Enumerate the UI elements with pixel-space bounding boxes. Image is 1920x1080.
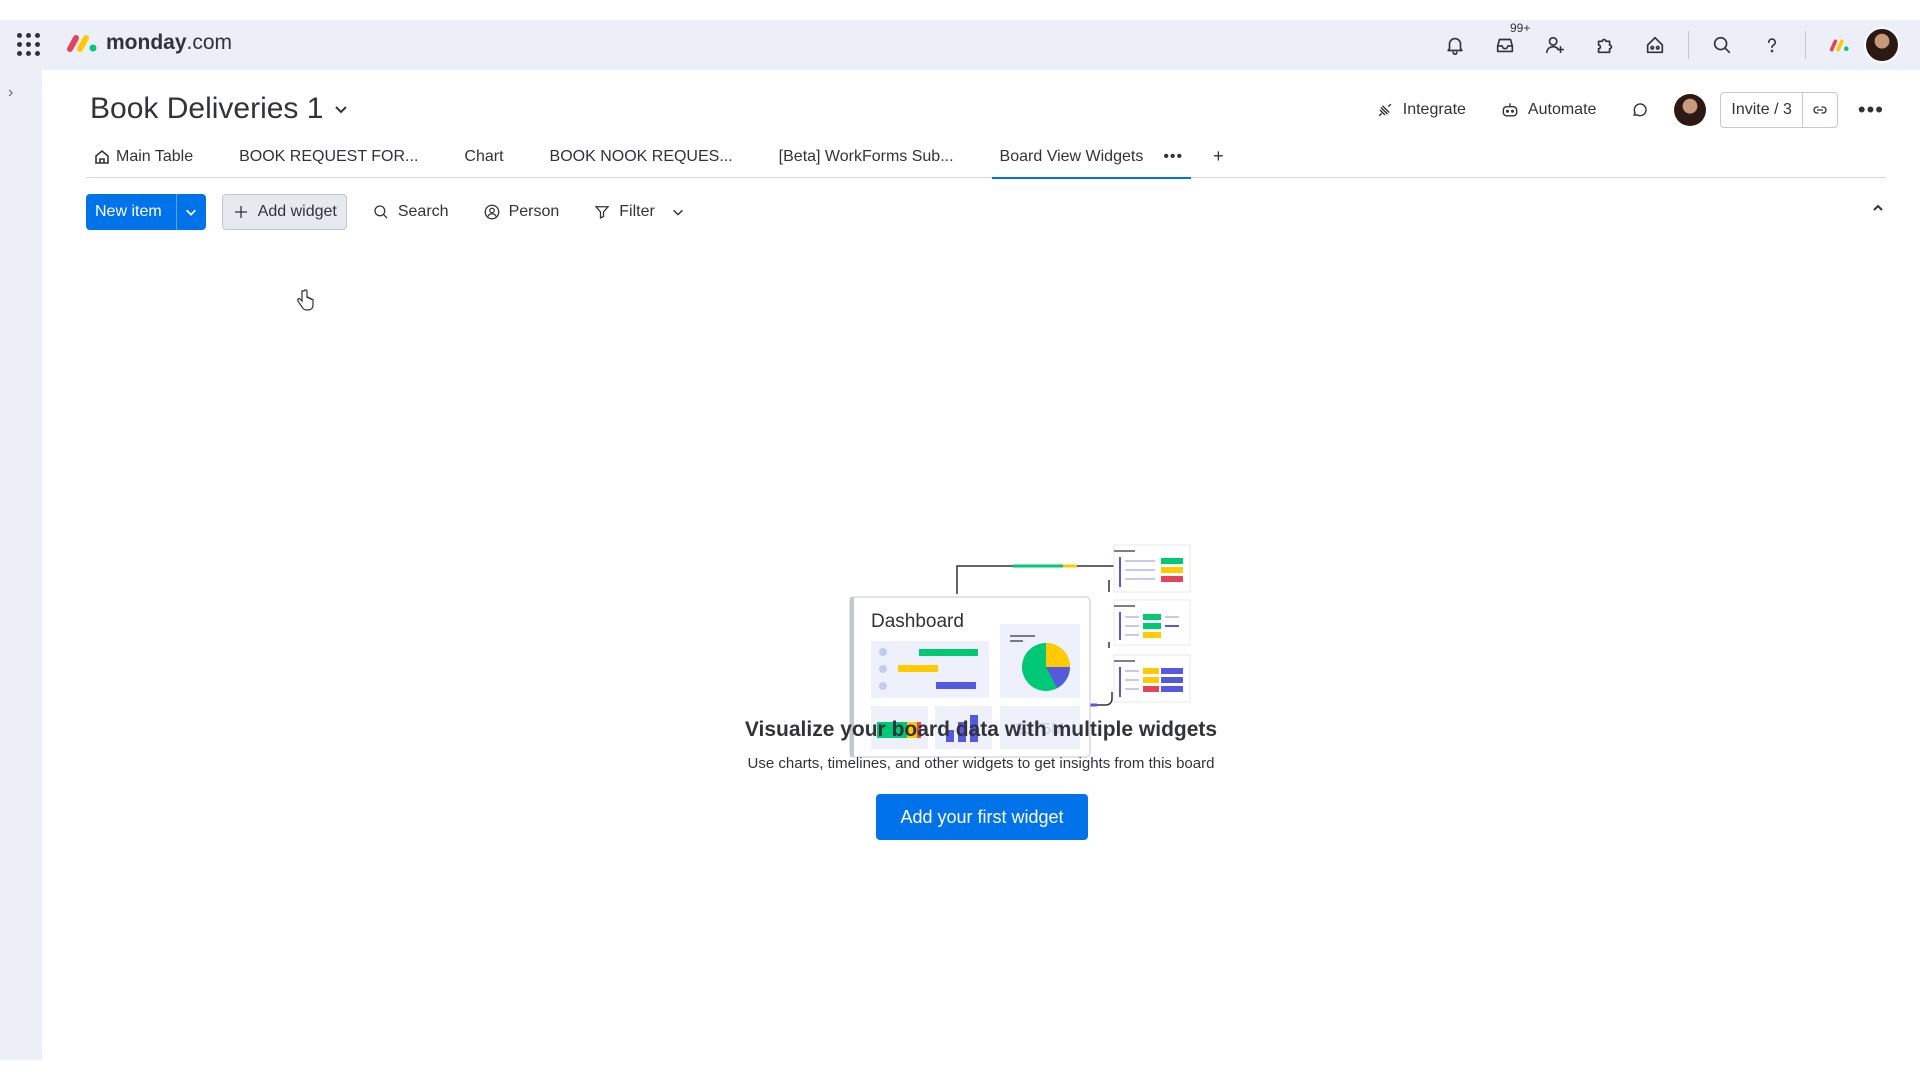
tab-chart[interactable]: Chart <box>456 136 511 178</box>
tab-label: BOOK REQUEST FOR... <box>239 147 419 165</box>
mini-table-card <box>1113 599 1191 646</box>
tab-label: Chart <box>464 147 504 165</box>
inbox-button[interactable]: 99+ <box>1480 20 1534 70</box>
mini-table-card <box>1113 544 1191 593</box>
monday-logo-icon <box>67 35 97 52</box>
hand-cursor-icon <box>297 289 314 311</box>
more-options-icon[interactable]: ••• <box>1852 97 1890 123</box>
automate-label: Automate <box>1527 101 1597 118</box>
add-view-icon[interactable]: + <box>1213 146 1224 167</box>
new-item-button[interactable]: New item <box>86 194 176 230</box>
monday-logo[interactable]: monday.com <box>66 31 232 55</box>
tab-label: [Beta] WorkForms Sub... <box>778 147 954 165</box>
invite-group: Invite / 3 <box>1720 92 1838 128</box>
integrate-button[interactable]: Integrate <box>1365 92 1476 128</box>
add-widget-label: Add widget <box>257 203 337 220</box>
chevron-down-icon <box>186 209 197 216</box>
left-rail: › <box>0 70 42 1060</box>
copy-link-button[interactable] <box>1803 93 1837 127</box>
board-title[interactable]: Book Deliveries 1 <box>90 92 323 126</box>
filter-label: Filter <box>619 203 655 220</box>
puzzle-icon <box>1597 38 1613 54</box>
board-main: Book Deliveries 1 Integrate Automate Inv… <box>42 70 1920 1060</box>
collapse-header-button[interactable] <box>1864 194 1892 222</box>
board-member-avatar[interactable] <box>1674 94 1707 126</box>
monday-mini-logo-icon <box>1829 39 1849 52</box>
search-everything-button[interactable] <box>1697 20 1747 70</box>
workspace-switcher[interactable] <box>1814 20 1864 70</box>
tab-board-view-widgets[interactable]: Board View Widgets ••• <box>991 136 1192 179</box>
board-header: Book Deliveries 1 <box>90 92 349 126</box>
top-icons: 99+ <box>1430 20 1900 70</box>
home-icon <box>95 149 109 164</box>
dashboard-illustration: Dashboard $375M <box>849 544 1191 758</box>
tab-label: BOOK NOOK REQUES... <box>549 147 733 165</box>
tab-label: Board View Widgets <box>999 147 1144 165</box>
board-toolbar: New item Add widget Search Person Filter <box>86 194 694 230</box>
person-filter-button[interactable]: Person <box>474 194 569 230</box>
integrate-label: Integrate <box>1402 101 1466 118</box>
top-divider <box>1805 31 1806 59</box>
search-icon <box>1713 36 1731 54</box>
top-divider <box>1688 31 1689 59</box>
tab-book-nook-request[interactable]: BOOK NOOK REQUES... <box>542 136 741 178</box>
tab-options-icon[interactable]: ••• <box>1163 148 1183 166</box>
tab-workforms-sub[interactable]: [Beta] WorkForms Sub... <box>771 136 962 178</box>
tab-book-request-form[interactable]: BOOK REQUEST FOR... <box>231 136 426 178</box>
chevron-down-icon[interactable] <box>333 101 349 117</box>
board-header-actions: Integrate Automate Invite / 3 ••• <box>1365 92 1890 128</box>
invite-members-button[interactable] <box>1530 20 1580 70</box>
new-item-button-group: New item <box>86 194 206 230</box>
person-label: Person <box>508 203 560 220</box>
automate-button[interactable]: Automate <box>1490 92 1606 128</box>
updates-button[interactable] <box>1620 92 1660 128</box>
apps-marketplace-button[interactable] <box>1580 20 1630 70</box>
question-icon <box>1767 38 1776 53</box>
bell-icon <box>1447 37 1463 55</box>
expand-sidebar-icon[interactable]: › <box>8 84 13 102</box>
help-button[interactable] <box>1747 20 1797 70</box>
filter-icon <box>594 206 610 220</box>
link-icon <box>1813 106 1827 114</box>
top-bar: monday.com 99+ <box>0 20 1920 70</box>
inbox-icon <box>1496 38 1514 53</box>
integrate-icon <box>1378 103 1392 117</box>
tab-label: Main Table <box>116 147 194 165</box>
chevron-down-icon[interactable] <box>671 205 685 219</box>
mini-table-card <box>1113 654 1191 703</box>
robot-icon <box>1502 103 1518 117</box>
app-grid-icon[interactable] <box>16 32 40 56</box>
search-button[interactable]: Search <box>363 194 458 230</box>
bottom-strip <box>0 1060 1920 1080</box>
illustration-title: Dashboard <box>871 611 964 632</box>
invite-button[interactable]: Invite / 3 <box>1721 93 1803 127</box>
user-avatar[interactable] <box>1864 27 1900 63</box>
add-widget-button[interactable]: Add widget <box>221 194 347 230</box>
search-label: Search <box>397 203 449 220</box>
empty-state-subtitle: Use charts, timelines, and other widgets… <box>747 755 1215 772</box>
person-icon <box>484 204 499 220</box>
robot-icon <box>1646 36 1664 54</box>
plus-icon <box>234 206 247 218</box>
add-first-widget-button[interactable]: Add your first widget <box>876 794 1088 840</box>
chevron-up-icon <box>1873 204 1883 211</box>
chat-bubble-icon <box>1633 103 1648 117</box>
tab-main-table[interactable]: Main Table <box>86 136 201 178</box>
empty-state-title: Visualize your board data with multiple … <box>744 718 1218 741</box>
search-icon <box>374 205 388 219</box>
ai-assistant-button[interactable] <box>1630 20 1680 70</box>
add-user-icon <box>1545 36 1565 54</box>
new-item-dropdown[interactable] <box>175 194 206 230</box>
logo-text: monday.com <box>106 31 233 54</box>
board-views-tabs: Main Table BOOK REQUEST FOR... Chart BOO… <box>86 136 1886 179</box>
notifications-button[interactable] <box>1430 20 1480 70</box>
filter-button[interactable]: Filter <box>584 194 694 230</box>
